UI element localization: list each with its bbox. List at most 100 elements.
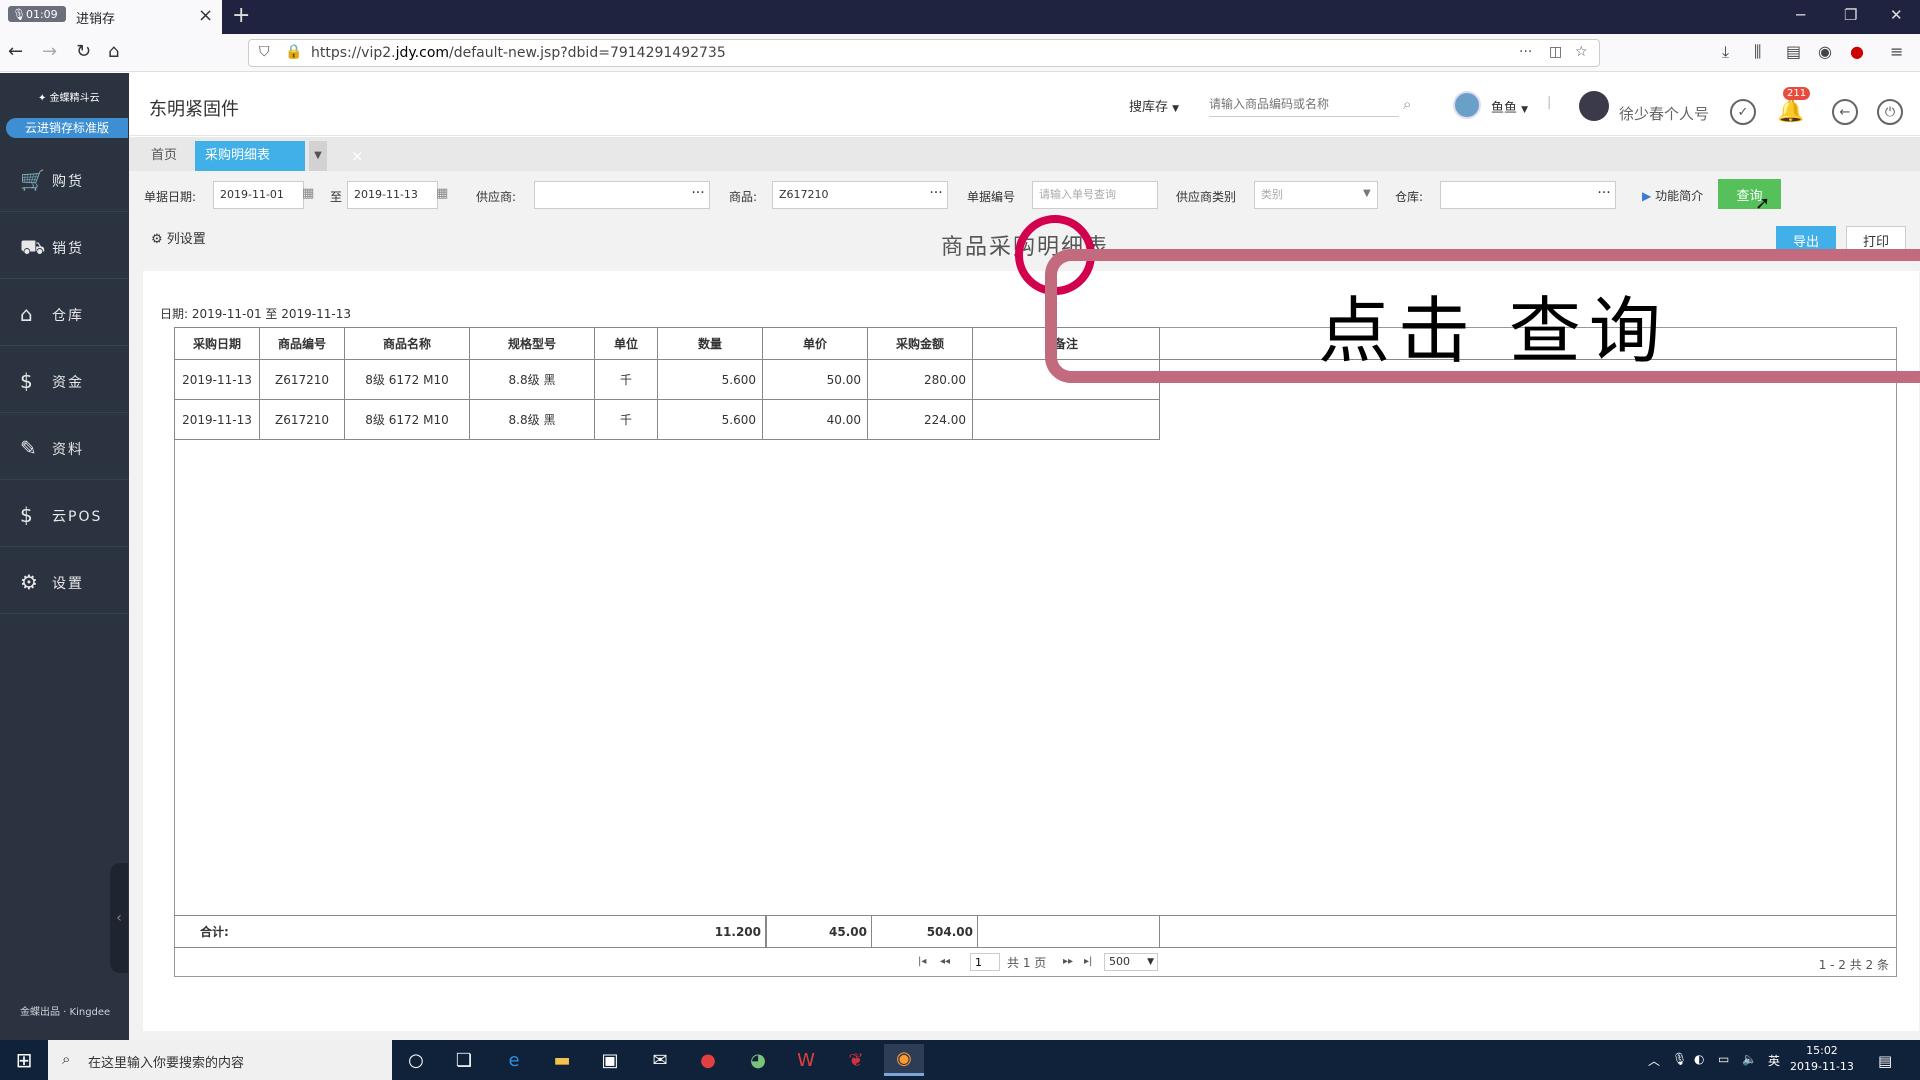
app-cherry-icon[interactable]: ❦ [836, 1044, 876, 1076]
tab-more-dropdown[interactable]: ▼ [309, 141, 327, 171]
sidebar-collapse-handle[interactable]: ‹ [110, 863, 128, 973]
bookmark-star-icon[interactable]: ☆ [1575, 44, 1588, 60]
avatar-small[interactable] [1453, 91, 1481, 119]
calendar-icon[interactable]: ▦ [302, 186, 314, 201]
power-icon[interactable]: ⏻ [1877, 99, 1903, 125]
sidebar-item-pos[interactable]: $ 云POS [0, 483, 129, 547]
app-green-icon[interactable]: ◕ [738, 1044, 778, 1076]
url-bar[interactable]: ⛉ 🔒 https://vip2.jdy.com/default-new.jsp… [248, 39, 1600, 67]
page-size-select[interactable]: 500 ▼ [1104, 953, 1158, 971]
edge-icon[interactable]: e [494, 1044, 534, 1076]
col-header-date[interactable]: 采购日期 [174, 327, 260, 360]
sidebar-item-funds[interactable]: $ 资金 [0, 349, 129, 413]
user-name[interactable]: 徐少春个人号 [1619, 103, 1709, 124]
supplier-category-select[interactable]: 类别 [1254, 181, 1378, 209]
account-icon[interactable]: ◉ [1818, 42, 1832, 61]
library-icon[interactable]: ⫼ [1754, 42, 1761, 62]
back-circle-icon[interactable]: ← [1832, 99, 1858, 125]
date-to-input[interactable]: 2019-11-13 [347, 181, 438, 209]
next-page-icon[interactable]: ▸▸ [1063, 956, 1073, 967]
page-number-input[interactable] [970, 953, 1000, 971]
minimize-icon[interactable]: ─ [1796, 6, 1805, 24]
tab-home[interactable]: 首页 [139, 141, 189, 171]
column-settings-button[interactable]: ⚙ 列设置 [151, 228, 206, 247]
supplier-input[interactable] [534, 181, 710, 209]
col-header-amount[interactable]: 采购金额 [867, 327, 973, 360]
sidebar-item-purchase[interactable]: 🛒 购货 [0, 148, 129, 212]
prev-page-icon[interactable]: ◂◂ [940, 956, 950, 967]
warehouse-input[interactable] [1440, 181, 1616, 209]
browser-tab-active[interactable]: 🎙 01:09 进销存 × [0, 0, 222, 34]
search-icon[interactable]: ⌕ [1403, 95, 1411, 113]
product-picker-button[interactable]: ··· [925, 181, 947, 209]
adblock-icon[interactable]: ● [1850, 42, 1864, 61]
mail-icon[interactable]: ✉ [640, 1044, 680, 1076]
close-window-icon[interactable]: ✕ [1890, 6, 1903, 24]
windows-start-icon[interactable]: ⊞ [0, 1040, 48, 1080]
warehouse-icon: ⌂ [20, 302, 33, 326]
product-input[interactable]: Z617210 [772, 181, 948, 209]
tray-expand-icon[interactable]: ︿ [1648, 1052, 1660, 1069]
home-icon[interactable]: ⌂ [108, 42, 119, 62]
bell-icon[interactable]: 🔔 [1777, 99, 1804, 124]
back-icon[interactable]: ← [8, 42, 23, 62]
doc-no-input[interactable]: 请输入单号查询 [1032, 181, 1158, 209]
hamburger-menu-icon[interactable]: ≡ [1890, 42, 1903, 61]
calendar-icon[interactable]: ▦ [436, 186, 448, 201]
action-center-icon[interactable]: ▤ [1878, 1052, 1892, 1070]
ime-indicator[interactable]: 英 [1768, 1052, 1780, 1069]
restore-icon[interactable]: ❐ [1844, 6, 1857, 24]
firefox-icon[interactable]: ◉ [884, 1044, 924, 1076]
check-icon[interactable]: ✓ [1730, 99, 1756, 125]
cell-name: 8级 6172 M10 [344, 399, 470, 440]
date-from-input[interactable]: 2019-11-01 [213, 181, 304, 209]
col-header-code[interactable]: 商品编号 [259, 327, 345, 360]
tray-app-icon[interactable]: ◐ [1694, 1052, 1704, 1066]
url-text[interactable]: https://vip2.jdy.com/default-new.jsp?dbi… [311, 45, 726, 61]
col-header-unit[interactable]: 单位 [594, 327, 658, 360]
supplier-picker-button[interactable]: ··· [687, 181, 709, 209]
user-switcher[interactable]: 鱼鱼 ▼ [1491, 97, 1528, 116]
close-tab-icon[interactable]: × [351, 141, 364, 171]
mic-icon[interactable]: 🎙 [1672, 1052, 1687, 1066]
store-icon[interactable]: ▣ [590, 1044, 630, 1076]
avatar[interactable] [1579, 91, 1609, 121]
sidebar-toggle-icon[interactable]: ▤ [1786, 42, 1801, 61]
sidebar-item-settings[interactable]: ⚙ 设置 [0, 550, 129, 614]
volume-icon[interactable]: 🔈 [1742, 1052, 1757, 1066]
table-row[interactable]: 2019-11-13 Z617210 8级 6172 M10 8.8级 黑 千 … [174, 359, 1160, 400]
global-search-input[interactable] [1209, 91, 1399, 117]
file-explorer-icon[interactable]: ▬ [542, 1044, 582, 1076]
app-wps-icon[interactable]: W [786, 1044, 826, 1076]
col-header-spec[interactable]: 规格型号 [469, 327, 595, 360]
function-intro-link[interactable]: ▶ 功能简介 [1642, 187, 1703, 204]
more-icon[interactable]: ··· [1519, 44, 1532, 60]
taskbar-search-box[interactable]: ⌕ 在这里输入你要搜索的内容 [48, 1040, 392, 1080]
col-header-name[interactable]: 商品名称 [344, 327, 470, 360]
tab-purchase-detail[interactable]: 采购明细表 × [195, 141, 364, 171]
query-button[interactable]: 查询 [1718, 179, 1781, 209]
sidebar-item-sales[interactable]: ⛟ 销货 [0, 215, 129, 279]
forward-icon[interactable]: → [42, 42, 57, 62]
caret-down-icon[interactable]: ▼ [1363, 188, 1371, 199]
reload-icon[interactable]: ↻ [76, 42, 91, 62]
new-tab-icon[interactable]: + [232, 4, 250, 28]
cortana-icon[interactable]: ○ [396, 1044, 436, 1076]
table-row[interactable]: 2019-11-13 Z617210 8级 6172 M10 8.8级 黑 千 … [174, 399, 1160, 440]
first-page-icon[interactable]: |◂ [918, 956, 926, 967]
col-header-price[interactable]: 单价 [762, 327, 868, 360]
app-red-icon[interactable]: ● [688, 1044, 728, 1076]
search-type-dropdown[interactable]: 搜库存 ▼ [1129, 96, 1179, 115]
last-page-icon[interactable]: ▸| [1084, 956, 1092, 967]
task-view-icon[interactable]: ❏ [444, 1044, 484, 1076]
sidebar-item-warehouse[interactable]: ⌂ 仓库 [0, 282, 129, 346]
network-icon[interactable]: ▭ [1718, 1052, 1729, 1066]
close-tab-icon[interactable]: × [198, 6, 213, 26]
pocket-icon[interactable]: ◫ [1549, 44, 1562, 60]
system-clock[interactable]: 15:02 2019-11-13 [1790, 1043, 1854, 1075]
sidebar-item-data[interactable]: ✎ 资料 [0, 416, 129, 480]
shield-icon[interactable]: ⛉ [259, 44, 270, 60]
col-header-qty[interactable]: 数量 [657, 327, 763, 360]
download-icon[interactable]: ⤓ [1722, 42, 1729, 62]
warehouse-picker-button[interactable]: ··· [1593, 181, 1615, 209]
